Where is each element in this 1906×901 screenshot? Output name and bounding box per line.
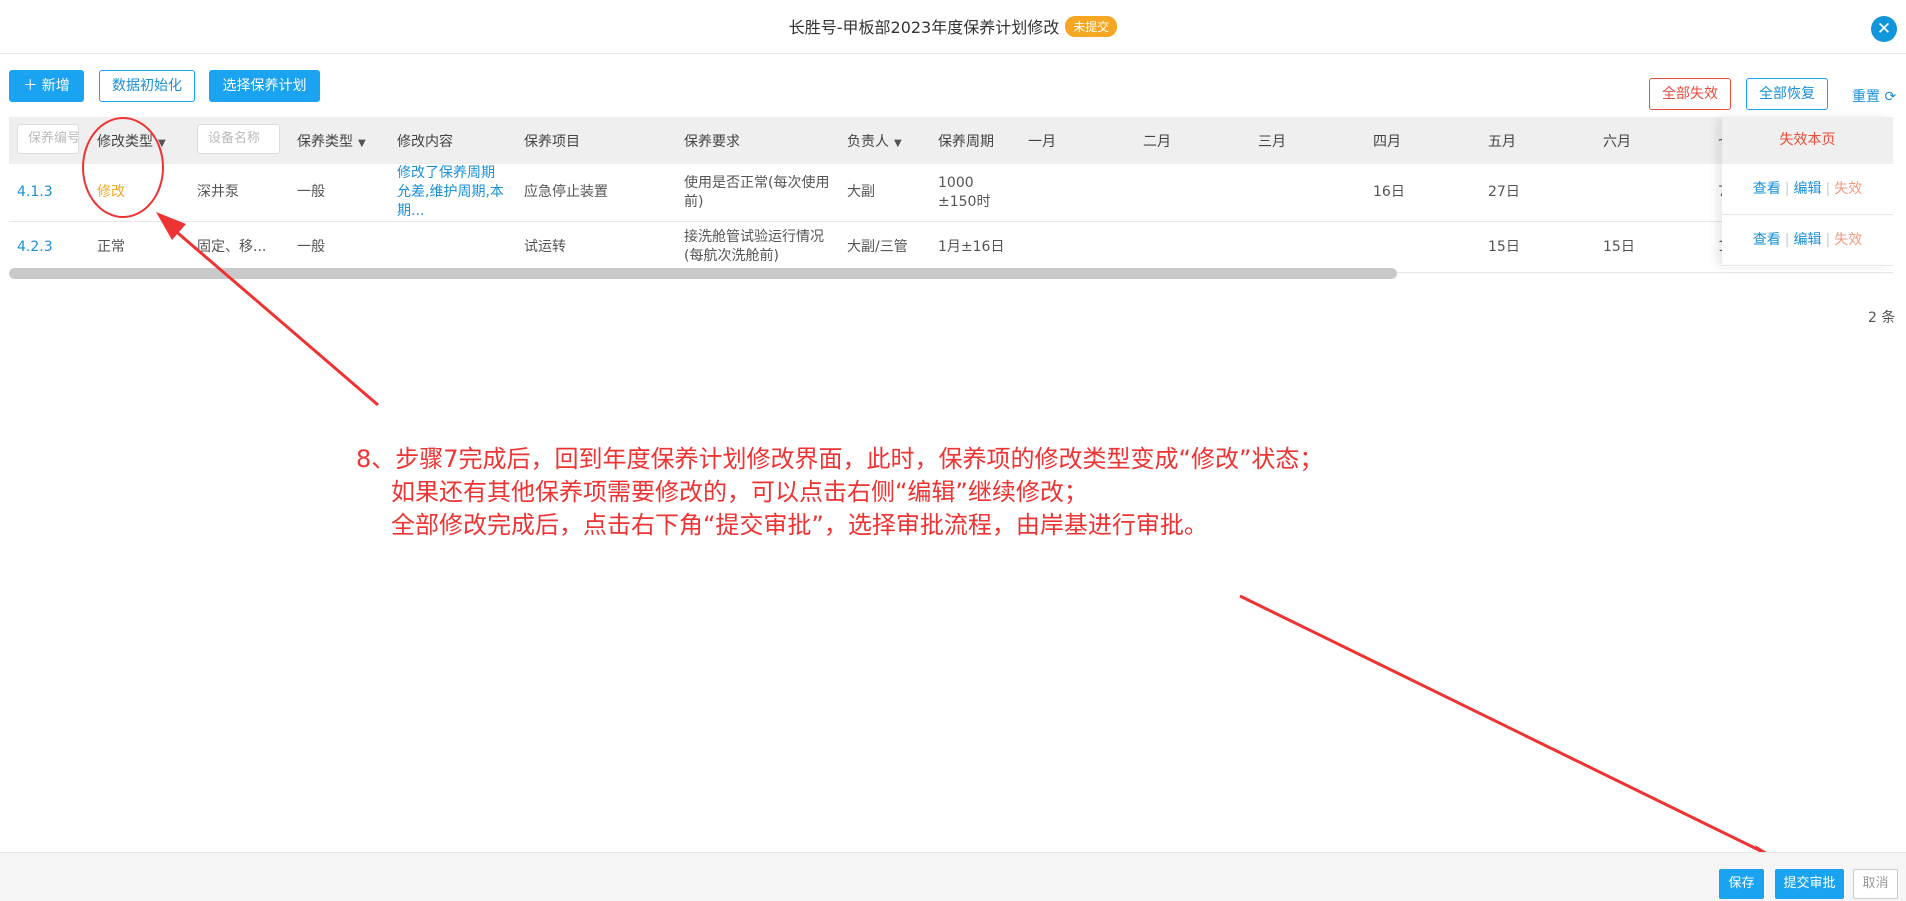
annotation-line-3: 全部修改完成后，点击右下角“提交审批”，选择审批流程，由岸基进行审批。 bbox=[391, 511, 1208, 539]
dialog-footer: 保存 提交审批 取消 bbox=[0, 852, 1906, 901]
arrow-line-down bbox=[1239, 594, 1766, 855]
annotation-line-1: 8、步骤7完成后，回到年度保养计划修改界面，此时，保养项的修改类型变成“修改”状… bbox=[356, 445, 1324, 473]
annotation-line-2: 如果还有其他保养项需要修改的，可以点击右侧“编辑”继续修改； bbox=[391, 478, 1088, 506]
arrow-line-up bbox=[171, 226, 379, 407]
cancel-button[interactable]: 取消 bbox=[1853, 869, 1898, 899]
submit-approval-button[interactable]: 提交审批 bbox=[1775, 869, 1844, 899]
annotation-text: 8、步骤7完成后，回到年度保养计划修改界面，此时，保养项的修改类型变成“修改”状… bbox=[356, 443, 1323, 542]
save-button[interactable]: 保存 bbox=[1719, 869, 1764, 899]
